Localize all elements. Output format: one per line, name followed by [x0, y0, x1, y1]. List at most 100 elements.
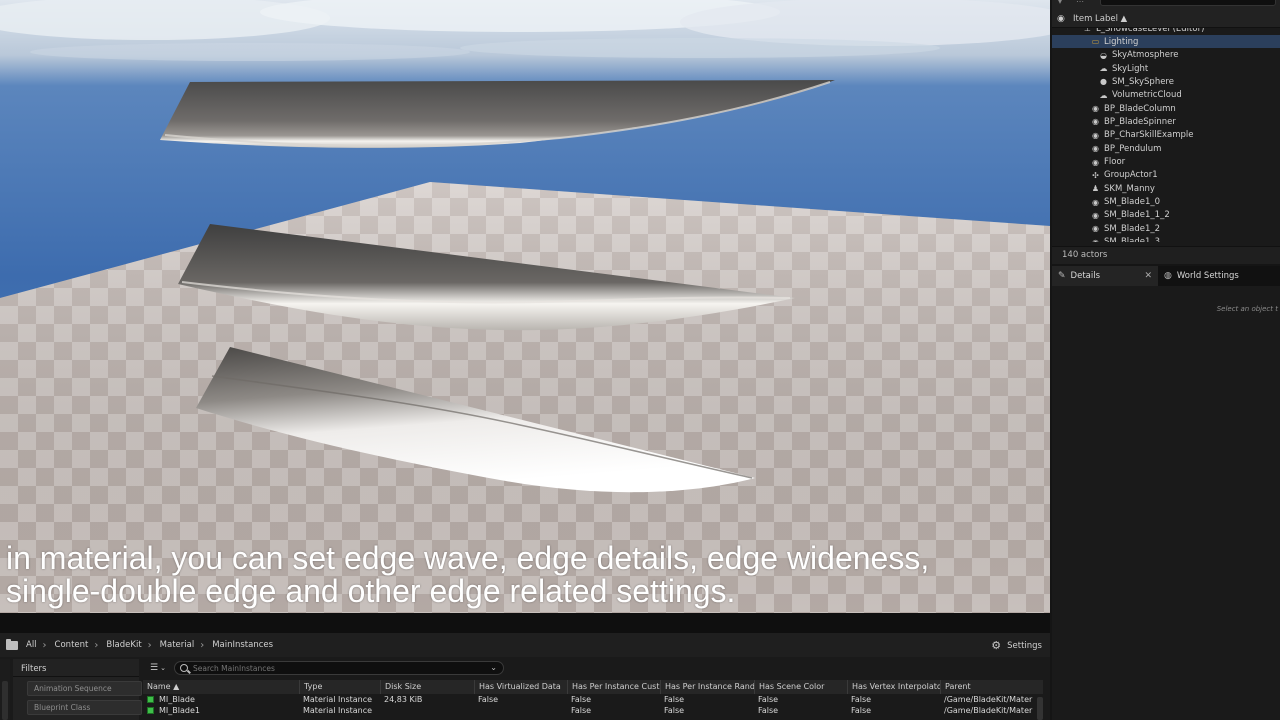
editor-window: in material, you can set edge wave, edge…	[0, 0, 1280, 720]
table-cell: False	[567, 705, 660, 716]
asset-table-body: MI_Blade Material Instance 24,83 KiB False F…	[143, 694, 1043, 716]
filter-blueprint-class[interactable]: Blueprint Class	[27, 700, 142, 715]
outliner-item[interactable]: ◉ Floor	[1052, 156, 1280, 169]
column-header[interactable]: Has Vertex Interpolator	[847, 680, 940, 694]
breadcrumb-maininstances[interactable]: MainInstances	[212, 640, 273, 650]
table-cell: False	[474, 694, 567, 705]
asset-search-input[interactable]	[193, 663, 483, 673]
breadcrumb-bladekit[interactable]: BladeKit	[106, 640, 141, 650]
cell-text: False	[571, 695, 592, 704]
folder-icon: ▭	[1091, 37, 1100, 47]
asset-scrollbar[interactable]	[1037, 697, 1043, 720]
outliner-item[interactable]: ● SM_SkySphere	[1052, 75, 1280, 88]
outliner-item[interactable]: ◉SM_Blade1_3	[1052, 236, 1280, 242]
table-row[interactable]: MI_Blade Material Instance 24,83 KiB False F…	[143, 694, 1043, 705]
group-icon: ✣	[1092, 170, 1099, 180]
outliner-item[interactable]: ▭ Lighting	[1052, 35, 1280, 49]
viewport-scene	[0, 0, 1050, 613]
settings-label: Settings	[1007, 640, 1042, 651]
column-header[interactable]: Has Per Instance Rando	[660, 680, 754, 694]
filter-icon[interactable]: ▾	[1058, 0, 1066, 6]
column-header[interactable]: Disk Size	[380, 680, 474, 694]
settings-icon[interactable]: ⋯	[1076, 0, 1084, 6]
pencil-icon: ✎	[1058, 271, 1066, 281]
cell-text: False	[664, 695, 685, 704]
column-header[interactable]: Name ▲	[143, 680, 299, 694]
cell-text: Material Instance	[303, 695, 373, 704]
mesh-icon: ◉	[1092, 197, 1099, 207]
skeletal-mesh-icon: ♟	[1091, 184, 1100, 194]
outliner-search-input[interactable]	[1100, 0, 1276, 6]
breadcrumb-all[interactable]: All	[26, 640, 37, 650]
outliner-item[interactable]: ◉ BP_Pendulum	[1052, 142, 1280, 155]
column-header[interactable]: Type	[299, 680, 380, 694]
panel-splitter[interactable]	[0, 613, 1050, 633]
folder-icon[interactable]	[6, 638, 18, 650]
outliner-item-label: BP_CharSkillExample	[1104, 130, 1194, 141]
mesh-icon: ◉	[1092, 210, 1099, 220]
search-icon	[180, 664, 188, 672]
sky-atmosphere-icon: ◒	[1100, 50, 1107, 60]
column-header[interactable]: Has Virtualized Data	[474, 680, 567, 694]
outliner-item[interactable]: ☁ VolumetricCloud	[1052, 89, 1280, 102]
outliner-item[interactable]: ◉ BP_BladeSpinner	[1052, 115, 1280, 128]
cell-text: False	[664, 706, 685, 715]
table-row[interactable]: MI_Blade1 Material Instance False False Fals…	[143, 705, 1043, 716]
close-icon[interactable]: ✕	[1144, 271, 1152, 281]
item-label-column[interactable]: Item Label ▲	[1073, 14, 1127, 24]
column-header[interactable]: Has Scene Color	[754, 680, 847, 694]
caption-line-1: in material, you can set edge wave, edge…	[6, 540, 930, 576]
table-cell: False	[847, 705, 940, 716]
filter-lines-icon: ☰	[150, 663, 159, 673]
outliner-item-label: SM_Blade1_2	[1104, 223, 1161, 234]
outliner-item-label: SKM_Manny	[1104, 183, 1155, 194]
breadcrumb-material[interactable]: Material	[160, 640, 195, 650]
asset-search-box[interactable]: ⌄	[174, 661, 504, 675]
outliner-item-label: SM_SkySphere	[1112, 76, 1174, 87]
cell-text: Material Instance	[303, 706, 373, 715]
mesh-icon: ◉	[1090, 237, 1101, 242]
tab-world-settings[interactable]: ◍ World Settings	[1158, 266, 1245, 286]
outliner-item[interactable]: ◉ BP_CharSkillExample	[1052, 129, 1280, 142]
tab-details-label: Details	[1070, 271, 1101, 281]
sources-collapse-strip[interactable]	[0, 659, 10, 720]
settings-button[interactable]: ⚙ Settings	[991, 639, 1042, 652]
tab-details[interactable]: ✎ Details ✕	[1052, 266, 1158, 286]
outliner-column-header[interactable]: ◉ Item Label ▲	[1052, 10, 1280, 28]
filter-animation-sequence[interactable]: Animation Sequence	[27, 681, 142, 696]
cell-text: False	[851, 695, 872, 704]
visibility-eye-icon[interactable]: ◉	[1057, 14, 1067, 24]
column-header[interactable]: Has Per Instance Custo	[567, 680, 660, 694]
filter-dropdown-button[interactable]: ☰ ⌄	[146, 661, 170, 675]
content-browser: All › Content › BladeKit › Material › Ma…	[0, 633, 1050, 720]
breadcrumb: All › Content › BladeKit › Material › Ma…	[0, 633, 1050, 657]
outliner-item[interactable]: ◉ SM_Blade1_1_2	[1052, 209, 1280, 222]
outliner-tree[interactable]: ⊥ L_ShowcaseLevel (Editor) ▭ Lighting ◒ SkyAt…	[1052, 28, 1280, 242]
outliner-item[interactable]: ◉ BP_BladeColumn	[1052, 102, 1280, 115]
outliner-item[interactable]: ☁ SkyLight	[1052, 62, 1280, 75]
table-cell: /Game/BladeKit/Mater	[940, 694, 1040, 705]
level-viewport[interactable]: in material, you can set edge wave, edge…	[0, 0, 1050, 613]
chevron-down-icon[interactable]: ⌄	[490, 663, 497, 672]
table-cell: Material Instance	[299, 694, 380, 705]
outliner-item-label: Lighting	[1104, 36, 1139, 47]
cell-text: MI_Blade1	[159, 706, 200, 715]
outliner-item-label: SkyAtmosphere	[1112, 50, 1179, 61]
cloud-icon: ☁	[1099, 90, 1108, 100]
world-outliner: ▾ ⋯ ◉ Item Label ▲ ⊥ L_ShowcaseLevel (Edi…	[1052, 0, 1280, 264]
chevron-right-icon: ›	[94, 639, 99, 651]
outliner-item[interactable]: ⊥ L_ShowcaseLevel (Editor)	[1052, 28, 1280, 35]
table-cell: False	[660, 694, 754, 705]
outliner-item[interactable]: ◉ SM_Blade1_2	[1052, 222, 1280, 235]
outliner-item[interactable]: ◒ SkyAtmosphere	[1052, 49, 1280, 62]
outliner-item[interactable]: ◉ SM_Blade1_0	[1052, 196, 1280, 209]
sources-scrollbar[interactable]	[2, 681, 8, 720]
details-panel: ✎ Details ✕ ◍ World Settings Select an obj…	[1052, 266, 1280, 720]
outliner-item[interactable]: ✣ GroupActor1	[1052, 169, 1280, 182]
outliner-item[interactable]: ♟ SKM_Manny	[1052, 182, 1280, 195]
table-cell: False	[660, 705, 754, 716]
column-header[interactable]: Parent	[940, 680, 1040, 694]
breadcrumb-content[interactable]: Content	[55, 640, 89, 650]
chevron-right-icon: ›	[42, 639, 47, 651]
outliner-item-label: VolumetricCloud	[1112, 90, 1182, 101]
